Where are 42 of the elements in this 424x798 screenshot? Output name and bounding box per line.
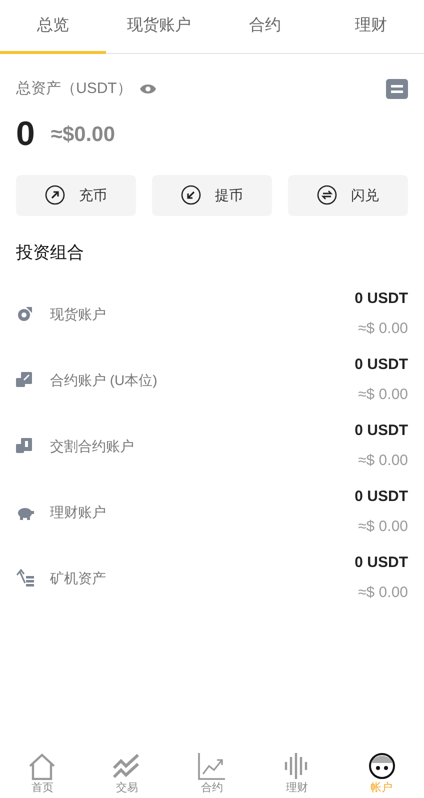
account-usd-estimate: ≈$ 0.00 <box>358 319 408 339</box>
account-balance: 0 USDT <box>354 288 408 308</box>
wallet-icon <box>16 371 34 389</box>
wallet-icon <box>16 437 34 455</box>
home-icon <box>27 752 58 780</box>
arrow-down-left-icon <box>181 185 201 205</box>
account-balance: 0 USDT <box>354 420 408 440</box>
withdraw-button[interactable]: 提币 <box>152 174 272 216</box>
account-balance: 0 USDT <box>354 354 408 374</box>
nav-tab[interactable]: 合约 <box>170 748 254 798</box>
tab[interactable]: 总览 <box>0 0 106 54</box>
account-name: 现货账户 <box>50 304 106 324</box>
pickaxe-icon <box>16 569 34 587</box>
line-chart-icon <box>196 752 227 780</box>
menu-icon[interactable] <box>386 79 408 100</box>
eye-icon[interactable] <box>140 83 156 96</box>
face-icon <box>366 752 397 780</box>
account-balance: 0 USDT <box>354 552 408 572</box>
total-amount: 0 <box>16 116 35 150</box>
tab[interactable]: 合约 <box>212 0 318 54</box>
nav-tab[interactable]: 首页 <box>0 748 85 798</box>
account-balance: 0 USDT <box>354 486 408 506</box>
nav-tab[interactable]: 理财 <box>254 748 340 798</box>
swap-arrows-icon <box>317 185 337 205</box>
account-usd-estimate: ≈$ 0.00 <box>358 517 408 537</box>
total-assets-label: 总资产（USDT） <box>16 79 132 99</box>
account-usd-estimate: ≈$ 0.00 <box>358 385 408 405</box>
section-title: 投资组合 <box>16 242 85 264</box>
account-usd-estimate: ≈$ 0.00 <box>358 583 408 603</box>
arrow-up-right-icon <box>45 185 65 205</box>
account-usd-estimate: ≈$ 0.00 <box>358 451 408 471</box>
account-name: 矿机资产 <box>50 568 106 588</box>
coin-icon <box>16 305 34 323</box>
account-name: 理财账户 <box>50 502 106 522</box>
usd-estimate: ≈$0.00 <box>50 122 115 148</box>
tab[interactable]: 现货账户 <box>106 0 212 54</box>
swap-button[interactable]: 闪兑 <box>288 174 408 216</box>
account-name: 合约账户 (U本位) <box>50 370 158 390</box>
deposit-button[interactable]: 充币 <box>16 174 136 216</box>
account-name: 交割合约账户 <box>50 436 134 456</box>
nav-tab[interactable]: 交易 <box>84 748 170 798</box>
tab[interactable]: 理财 <box>318 0 424 54</box>
